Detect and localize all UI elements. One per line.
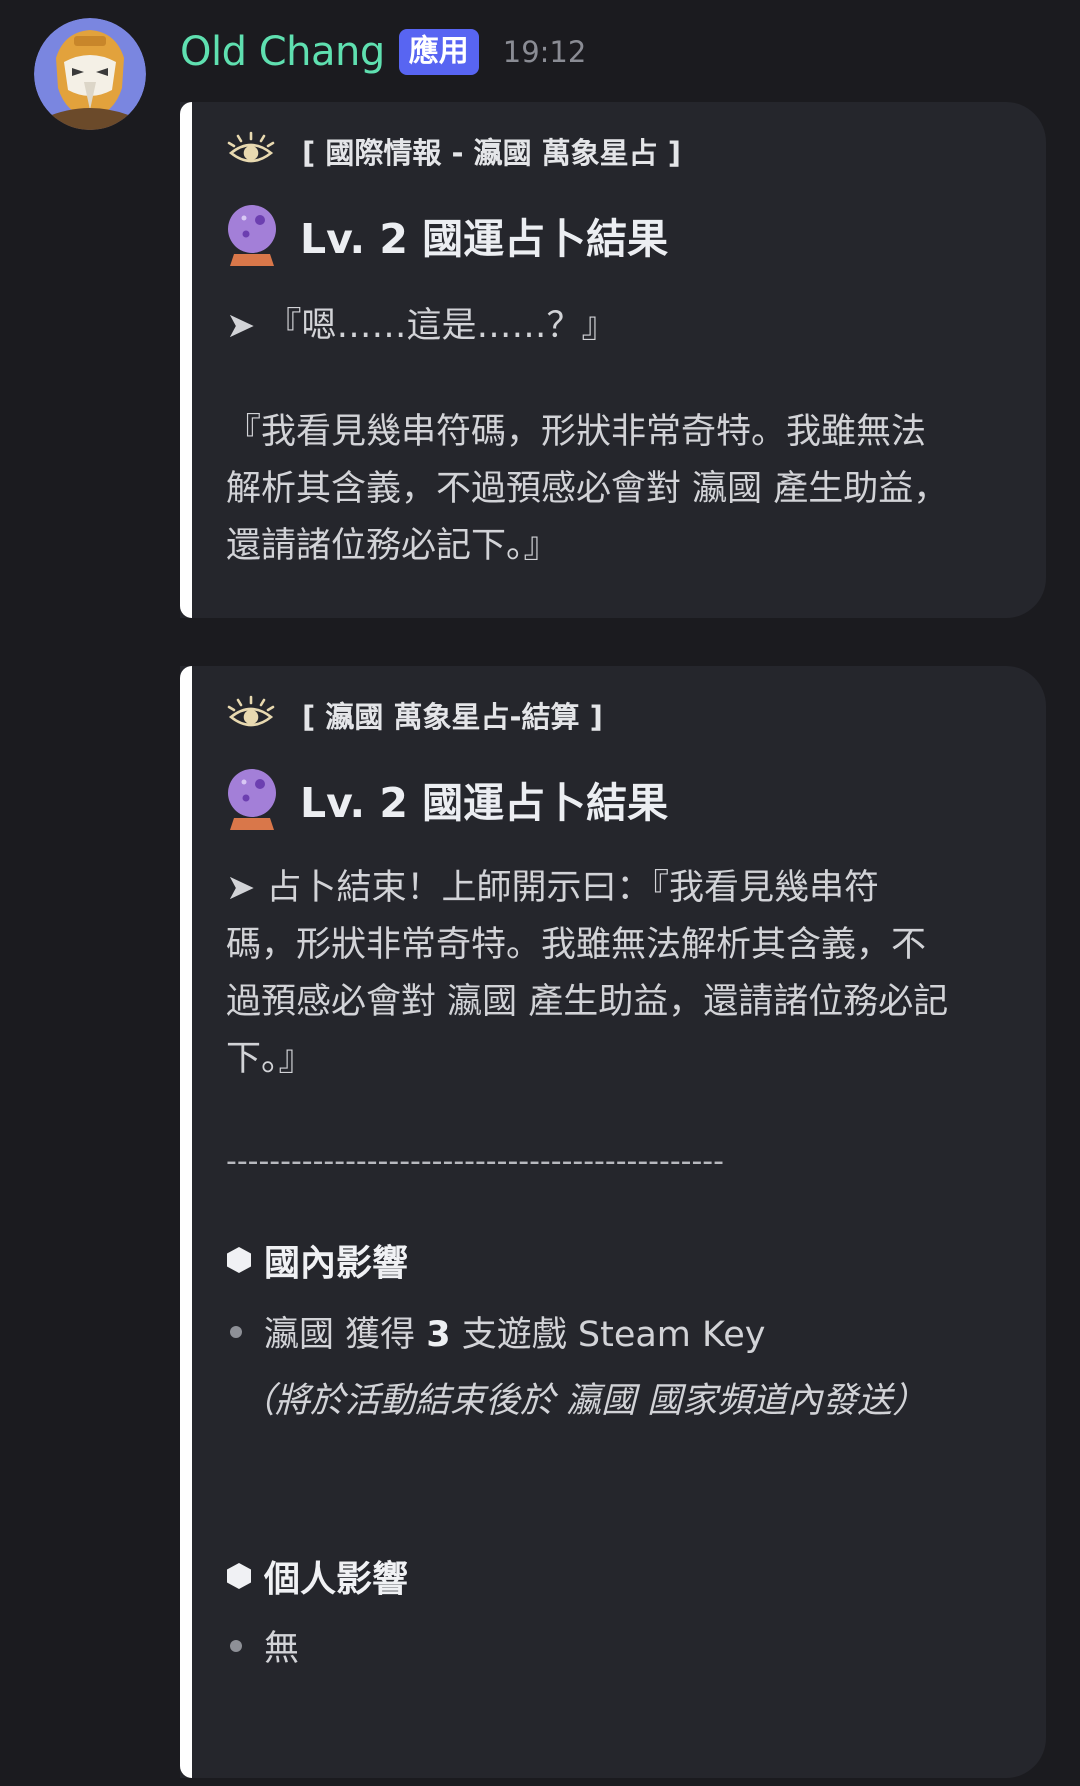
- domestic-item-count: 3: [426, 1315, 451, 1355]
- personal-impact-heading: 個人影響: [226, 1550, 408, 1602]
- embed-author: [ 瀛國 萬象星占-結算 ]: [226, 694, 603, 736]
- embed-international-intel: [ 國際情報 - 瀛國 萬象星占 ] Lv. 2 國運占卜結果 ➤ 『嗯……這是…: [180, 102, 1046, 618]
- list-item: 瀛國 獲得 3 支遊戲 Steam Key: [226, 1306, 765, 1357]
- embed-author: [ 國際情報 - 瀛國 萬象星占 ]: [226, 130, 681, 172]
- embed-author-text: [ 國際情報 - 瀛國 萬象星占 ]: [302, 136, 682, 170]
- domestic-item-post: 支遊戲 Steam Key: [450, 1315, 766, 1355]
- arrow-icon: ➤: [226, 868, 267, 908]
- message-header: Old Chang 應用 19:12: [180, 24, 586, 80]
- domestic-note: （將於活動結束後於 瀛國 國家頻道內發送）: [240, 1381, 928, 1421]
- personal-item-text: 無: [264, 1629, 300, 1669]
- embed-title: Lv. 2 國運占卜結果: [226, 202, 668, 268]
- eye-icon: [227, 695, 275, 727]
- embed-title-text: Lv. 2 國運占卜結果: [300, 779, 669, 827]
- arrow-icon: ➤: [226, 306, 267, 346]
- hexagon-bullet-icon: [227, 1563, 251, 1589]
- embed-title: Lv. 2 國運占卜結果: [226, 766, 668, 832]
- embed-line1-text: 『嗯……這是……？』: [266, 306, 617, 346]
- embed-settlement: [ 瀛國 萬象星占-結算 ] Lv. 2 國運占卜結果 ➤ 占卜結束！上師開示曰…: [180, 666, 1046, 1778]
- embed-title-text: Lv. 2 國運占卜結果: [300, 215, 669, 263]
- hexagon-bullet-icon: [227, 1247, 251, 1273]
- embed-quote: 『我看見幾串符碼，形狀非常奇特。我雖無法 解析其含義，不過預感必會對 瀛國 產生…: [226, 412, 949, 566]
- robot-mask-avatar-icon: [34, 18, 146, 130]
- domestic-item-text: 瀛國 獲得 3 支遊戲 Steam Key: [264, 1306, 765, 1357]
- domestic-impact-heading: 國內影響: [226, 1234, 408, 1286]
- eye-icon: [227, 131, 275, 163]
- username[interactable]: Old Chang: [180, 29, 385, 75]
- crystal-ball-icon: [228, 205, 276, 266]
- embed-result: ➤ 占卜結束！上師開示曰：『我看見幾串符 碼，形狀非常奇特。我雖無法解析其含義，…: [226, 860, 1006, 1088]
- embed-result-text: 占卜結束！上師開示曰：『我看見幾串符 碼，形狀非常奇特。我雖無法解析其含義，不 …: [226, 868, 949, 1079]
- bullet-dot-icon: [230, 1639, 242, 1652]
- embed-line1: ➤ 『嗯……這是……？』: [226, 298, 1006, 355]
- list-item: 無: [226, 1620, 299, 1671]
- bullet-dot-icon: [230, 1325, 242, 1338]
- divider-line: ----------------------------------------…: [226, 1144, 724, 1179]
- app-badge: 應用: [398, 29, 479, 75]
- domestic-item-pre: 瀛國 獲得: [264, 1315, 427, 1355]
- domestic-impact-label: 國內影響: [264, 1243, 409, 1284]
- personal-impact-label: 個人影響: [264, 1559, 409, 1600]
- crystal-ball-icon: [228, 769, 276, 830]
- avatar[interactable]: [34, 18, 146, 130]
- embed-author-text: [ 瀛國 萬象星占-結算 ]: [302, 700, 603, 734]
- timestamp[interactable]: 19:12: [503, 35, 587, 69]
